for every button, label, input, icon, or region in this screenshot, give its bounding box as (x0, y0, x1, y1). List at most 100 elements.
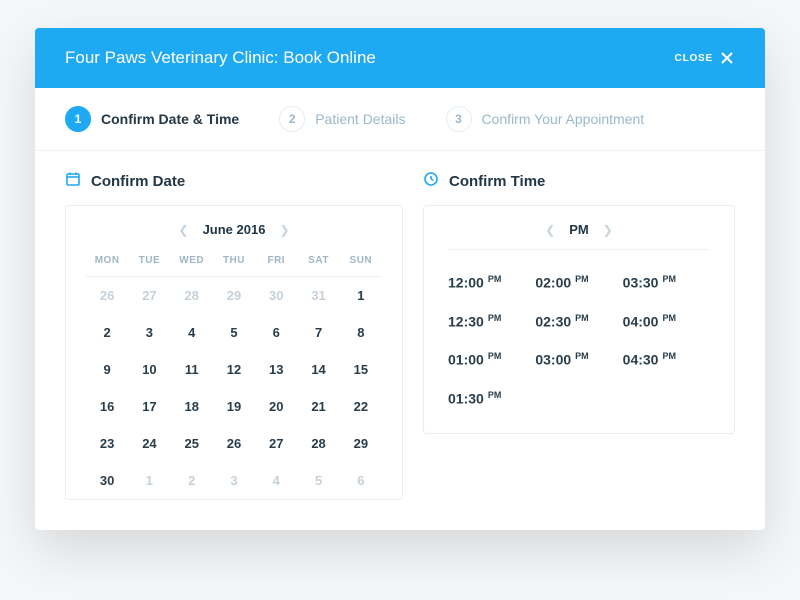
calendar-day[interactable]: 3 (128, 314, 170, 351)
panel-title-text: Confirm Date (91, 173, 185, 190)
weekday-label: WED (171, 249, 213, 276)
step-label: Confirm Your Appointment (482, 111, 645, 127)
calendar-week-row: 16171819202122 (66, 388, 402, 425)
time-slot-time: 02:30 (535, 313, 571, 329)
calendar-day[interactable]: 13 (255, 351, 297, 388)
calendar-day[interactable]: 30 (255, 277, 297, 314)
calendar-month-label: June 2016 (203, 222, 266, 237)
time-slot[interactable]: 04:00PM (623, 313, 710, 330)
weekday-label: FRI (255, 249, 297, 276)
calendar-day[interactable]: 12 (213, 351, 255, 388)
time-slot[interactable]: 12:00PM (448, 274, 535, 291)
calendar-day[interactable]: 6 (255, 314, 297, 351)
calendar-day[interactable]: 14 (297, 351, 339, 388)
calendar-day[interactable]: 9 (86, 351, 128, 388)
calendar-day[interactable]: 30 (86, 462, 128, 499)
calendar-day[interactable]: 29 (340, 425, 382, 462)
step-number: 1 (65, 106, 91, 132)
time-slot-time: 04:00 (623, 313, 659, 329)
calendar-day[interactable]: 2 (86, 314, 128, 351)
calendar-day[interactable]: 8 (340, 314, 382, 351)
calendar-day[interactable]: 10 (128, 351, 170, 388)
time-divider (448, 249, 710, 250)
step-confirm[interactable]: 3 Confirm Your Appointment (446, 106, 645, 132)
time-slot[interactable]: 01:00PM (448, 351, 535, 368)
calendar-day[interactable]: 26 (213, 425, 255, 462)
calendar-day[interactable]: 27 (255, 425, 297, 462)
calendar-day[interactable]: 22 (340, 388, 382, 425)
calendar-day[interactable]: 23 (86, 425, 128, 462)
calendar-day[interactable]: 5 (297, 462, 339, 499)
time-slot[interactable]: 04:30PM (623, 351, 710, 368)
calendar-day[interactable]: 28 (297, 425, 339, 462)
calendar-day[interactable]: 18 (171, 388, 213, 425)
weekday-label: SUN (340, 249, 382, 276)
calendar-day[interactable]: 4 (171, 314, 213, 351)
next-month-button[interactable]: ❯ (275, 223, 293, 237)
calendar-week-row: 2627282930311 (66, 277, 402, 314)
time-slot-time: 12:00 (448, 275, 484, 291)
close-label: CLOSE (675, 53, 713, 64)
calendar-day[interactable]: 25 (171, 425, 213, 462)
step-label: Patient Details (315, 111, 405, 127)
calendar-day[interactable]: 29 (213, 277, 255, 314)
calendar-day[interactable]: 20 (255, 388, 297, 425)
modal-header: Four Paws Veterinary Clinic: Book Online… (35, 28, 765, 88)
clock-icon (423, 171, 449, 191)
time-period-label: PM (569, 222, 589, 237)
calendar-day[interactable]: 24 (128, 425, 170, 462)
next-period-button[interactable]: ❯ (599, 223, 617, 237)
time-slot-time: 03:30 (623, 275, 659, 291)
close-button[interactable]: CLOSE (675, 50, 735, 66)
calendar-day[interactable]: 19 (213, 388, 255, 425)
calendar-day[interactable]: 7 (297, 314, 339, 351)
modal-body: Confirm Date ❮ June 2016 ❯ MONTUEWEDTHUF… (35, 151, 765, 530)
calendar-icon (65, 171, 91, 191)
time-slot[interactable]: 01:30 PM (448, 390, 535, 407)
calendar-day[interactable]: 15 (340, 351, 382, 388)
step-date-time[interactable]: 1 Confirm Date & Time (65, 106, 239, 132)
calendar-grid: 2627282930311234567891011121314151617181… (66, 277, 402, 499)
calendar-day[interactable]: 31 (297, 277, 339, 314)
calendar-day[interactable]: 26 (86, 277, 128, 314)
time-slot-time: 01:30 (448, 391, 484, 407)
time-slot[interactable]: 03:30PM (623, 274, 710, 291)
calendar-day[interactable]: 4 (255, 462, 297, 499)
calendar-day[interactable]: 3 (213, 462, 255, 499)
time-slot-period: PM (575, 351, 589, 361)
calendar-header: ❮ June 2016 ❯ (66, 206, 402, 249)
calendar-day[interactable]: 11 (171, 351, 213, 388)
time-slot-period: PM (575, 274, 589, 284)
step-patient-details[interactable]: 2 Patient Details (279, 106, 405, 132)
calendar-day[interactable]: 1 (340, 277, 382, 314)
calendar-day[interactable]: 28 (171, 277, 213, 314)
calendar-day[interactable]: 6 (340, 462, 382, 499)
calendar-day[interactable]: 16 (86, 388, 128, 425)
time-slot[interactable]: 12:30PM (448, 313, 535, 330)
step-label: Confirm Date & Time (101, 111, 239, 127)
time-box: ❮ PM ❯ 12:00PM02:00PM03:30PM12:30PM02:30… (423, 205, 735, 434)
calendar-day[interactable]: 27 (128, 277, 170, 314)
time-slot-period: PM (488, 390, 502, 400)
time-slot[interactable]: 02:00 PM (535, 274, 622, 291)
weekday-label: THU (213, 249, 255, 276)
time-grid: 12:00PM02:00PM03:30PM12:30PM02:30PM04:00… (424, 266, 734, 433)
calendar-day[interactable]: 17 (128, 388, 170, 425)
weekday-label: MON (86, 249, 128, 276)
calendar-day[interactable]: 1 (128, 462, 170, 499)
time-header: ❮ PM ❯ (424, 206, 734, 249)
time-slot[interactable]: 02:30PM (535, 313, 622, 330)
prev-month-button[interactable]: ❮ (175, 223, 193, 237)
time-panel: Confirm Time ❮ PM ❯ 12:00PM02:00PM03:30P… (423, 171, 735, 500)
time-slot-time: 12:30 (448, 313, 484, 329)
calendar-week-row: 9101112131415 (66, 351, 402, 388)
prev-period-button[interactable]: ❮ (541, 223, 559, 237)
time-slot[interactable]: 03:00PM (535, 351, 622, 368)
calendar-day[interactable]: 21 (297, 388, 339, 425)
calendar-week-row: 2345678 (66, 314, 402, 351)
time-slot-time: 02:00 (535, 275, 571, 291)
calendar-box: ❮ June 2016 ❯ MONTUEWEDTHUFRISATSUN 2627… (65, 205, 403, 500)
weekday-label: TUE (128, 249, 170, 276)
calendar-day[interactable]: 2 (171, 462, 213, 499)
calendar-day[interactable]: 5 (213, 314, 255, 351)
